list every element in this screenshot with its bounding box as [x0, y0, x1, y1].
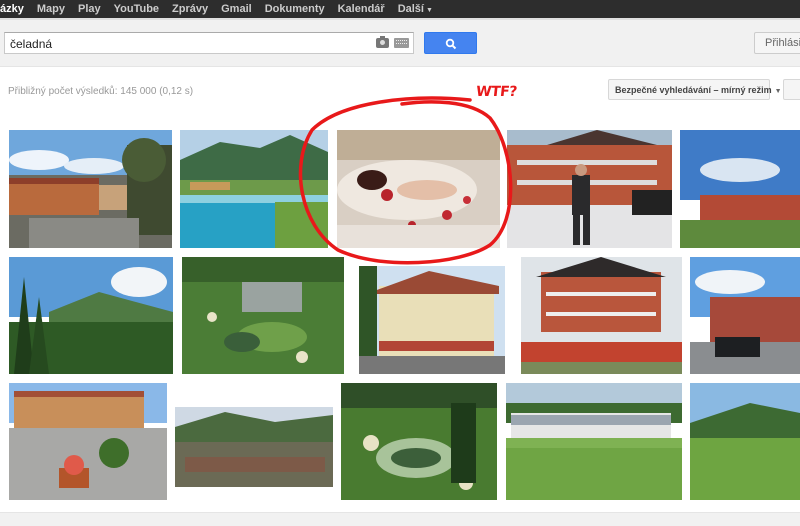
image-result-forest-hill[interactable]: [9, 257, 173, 374]
image-result-apartment-fence[interactable]: [521, 257, 682, 374]
image-result-hotel-cars[interactable]: [690, 257, 800, 374]
image-thumbnail: [521, 257, 682, 374]
image-result-bloody-bed[interactable]: [337, 130, 500, 248]
nav-item-more-label: Další: [397, 3, 424, 15]
image-result-hotel-town[interactable]: [9, 130, 172, 248]
search-icon: [445, 38, 457, 50]
nav-item-maps[interactable]: Mapy: [37, 3, 65, 15]
image-thumbnail: [182, 257, 344, 374]
image-thumbnail: [9, 383, 167, 500]
nav-item-gmail[interactable]: Gmail: [221, 3, 252, 15]
annotation-label: WTF?: [475, 84, 518, 100]
nav-item-play[interactable]: Play: [78, 3, 101, 15]
image-thumbnail: [507, 130, 672, 248]
image-thumbnail: [9, 257, 173, 374]
image-result-village-valley[interactable]: [175, 407, 333, 487]
image-thumbnail: [180, 130, 328, 248]
safesearch-dropdown[interactable]: Bezpečné vyhledávání – mírný režim ▼: [608, 79, 782, 100]
image-thumbnail: [337, 130, 500, 248]
image-result-green-slope[interactable]: [690, 383, 800, 500]
image-thumbnail: [690, 257, 800, 374]
image-thumbnail: [506, 383, 682, 500]
nav-item-calendar[interactable]: Kalendář: [338, 3, 385, 15]
top-nav-bar: ázky Mapy Play YouTube Zprávy Gmail Doku…: [0, 0, 800, 18]
nav-item-news[interactable]: Zprávy: [172, 3, 208, 15]
nav-item-images[interactable]: ázky: [0, 3, 24, 15]
image-thumbnail: [9, 130, 172, 248]
nav-item-youtube[interactable]: YouTube: [114, 3, 159, 15]
image-result-man-in-suit[interactable]: [507, 130, 672, 248]
search-button[interactable]: [424, 32, 477, 54]
image-result-square-crowd[interactable]: [9, 383, 167, 500]
keyboard-icon[interactable]: [394, 38, 409, 48]
image-result-lake-resort[interactable]: [180, 130, 328, 248]
chevron-down-icon: ▼: [425, 7, 433, 14]
nav-item-docs[interactable]: Dokumenty: [265, 3, 325, 15]
camera-icon[interactable]: [376, 36, 389, 48]
image-thumbnail: [359, 266, 505, 374]
image-result-golf-aerial[interactable]: [182, 257, 344, 374]
image-thumbnail: [341, 383, 497, 500]
image-result-golf-stand[interactable]: [506, 383, 682, 500]
signin-button[interactable]: Přihlásit: [754, 32, 800, 54]
search-box: [4, 32, 414, 54]
results-count: Přibližný počet výsledků: 145 000 (0,12 …: [8, 86, 194, 97]
chevron-down-icon: ▼: [774, 88, 782, 95]
image-thumbnail: [690, 383, 800, 500]
settings-button[interactable]: [783, 79, 800, 100]
image-result-spa-house[interactable]: [359, 266, 505, 374]
safesearch-label: Bezpečné vyhledávání – mírný režim: [615, 85, 772, 95]
search-header: Přihlásit: [0, 20, 800, 67]
image-result-golf-pond[interactable]: [341, 383, 497, 500]
footer-bar: [0, 512, 800, 526]
search-input[interactable]: [10, 36, 360, 51]
image-thumbnail: [680, 130, 800, 248]
page: { "nav": { "items": [ {"label": "ázky", …: [0, 0, 800, 526]
image-result-red-building[interactable]: [680, 130, 800, 248]
nav-item-more[interactable]: Další ▼: [398, 3, 433, 15]
image-thumbnail: [175, 407, 333, 487]
